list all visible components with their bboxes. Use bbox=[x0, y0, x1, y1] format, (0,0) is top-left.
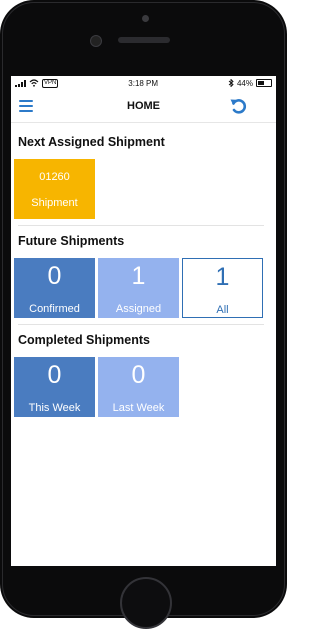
last-week-tile[interactable]: 0 Last Week bbox=[98, 357, 179, 417]
tile-label: Shipment bbox=[31, 197, 78, 209]
signal-icon bbox=[15, 79, 26, 87]
completed-shipments-title: Completed Shipments bbox=[18, 333, 150, 347]
assigned-tile[interactable]: 1 Assigned bbox=[98, 258, 179, 318]
section-divider bbox=[18, 324, 264, 325]
sensor-dot bbox=[142, 15, 149, 22]
status-right: 44% bbox=[228, 79, 272, 88]
tile-number: 1 bbox=[215, 263, 230, 291]
nav-bar: HOME bbox=[11, 90, 276, 123]
next-shipment-tile[interactable]: 01260 Shipment bbox=[14, 159, 95, 219]
wifi-icon bbox=[29, 79, 39, 87]
status-time: 3:18 PM bbox=[128, 78, 159, 88]
next-assigned-tiles: 01260 Shipment bbox=[14, 159, 276, 219]
battery-icon bbox=[256, 79, 272, 87]
all-tile[interactable]: 1 All bbox=[182, 258, 263, 318]
earpiece-speaker bbox=[118, 37, 170, 43]
tile-label: Last Week bbox=[112, 402, 165, 414]
tile-label: This Week bbox=[28, 402, 81, 414]
completed-shipments-tiles: 0 This Week 0 Last Week bbox=[14, 357, 276, 417]
tile-number: 0 bbox=[131, 361, 146, 389]
menu-icon[interactable] bbox=[19, 100, 33, 112]
app-screen: VPN 3:18 PM 44% HOME Next Assigned Shipm… bbox=[11, 76, 276, 566]
phone-frame: VPN 3:18 PM 44% HOME Next Assigned Shipm… bbox=[0, 0, 287, 629]
battery-percent: 44% bbox=[236, 78, 253, 88]
tile-number: 1 bbox=[131, 262, 146, 290]
future-shipments-title: Future Shipments bbox=[18, 234, 125, 248]
tile-label: Assigned bbox=[115, 303, 162, 315]
tile-number: 0 bbox=[47, 262, 62, 290]
bluetooth-icon bbox=[228, 79, 234, 87]
tile-number: 01260 bbox=[39, 171, 70, 183]
tile-label: All bbox=[216, 304, 229, 316]
front-camera bbox=[90, 35, 102, 47]
tile-number: 0 bbox=[47, 361, 62, 389]
next-assigned-title: Next Assigned Shipment bbox=[18, 135, 165, 149]
vpn-badge: VPN bbox=[42, 78, 59, 88]
confirmed-tile[interactable]: 0 Confirmed bbox=[14, 258, 95, 318]
tile-label: Confirmed bbox=[29, 303, 80, 315]
home-button[interactable] bbox=[120, 577, 172, 629]
status-bar: VPN 3:18 PM 44% bbox=[11, 76, 276, 90]
this-week-tile[interactable]: 0 This Week bbox=[14, 357, 95, 417]
refresh-icon[interactable] bbox=[228, 96, 248, 116]
section-divider bbox=[18, 225, 264, 226]
future-shipments-tiles: 0 Confirmed 1 Assigned 1 All bbox=[14, 258, 276, 318]
status-left: VPN bbox=[15, 78, 59, 88]
